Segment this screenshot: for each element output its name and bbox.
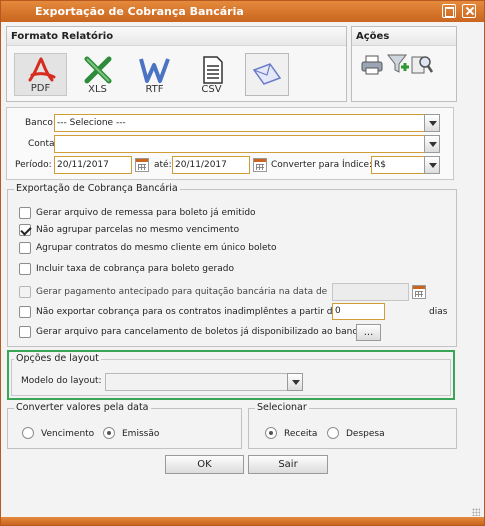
browse-button[interactable]: ... — [356, 324, 381, 341]
preview-search-icon[interactable] — [410, 53, 434, 75]
periodo-fim-input[interactable]: 20/11/2017 — [172, 156, 250, 174]
selecionar-legend: Selecionar — [255, 402, 309, 413]
nao-exportar-label: Não exportar cobrança para os contratos … — [36, 307, 339, 317]
remessa-checkbox[interactable] — [19, 207, 31, 219]
acoes-panel: Ações — [351, 26, 457, 102]
acoes-title: Ações — [352, 27, 456, 46]
periodo-inicio-input[interactable]: 20/11/2017 — [54, 156, 132, 174]
csv-label: CSV — [201, 84, 222, 95]
pagamento-data-input[interactable] — [332, 283, 409, 301]
pdf-button[interactable]: PDF — [14, 53, 67, 96]
incluir-taxa-label: Incluir taxa de cobrança para boleto ger… — [36, 264, 234, 274]
emissao-label: Emissão — [122, 429, 160, 439]
agrupar-contratos-checkbox[interactable] — [19, 242, 31, 254]
email-button[interactable] — [245, 53, 289, 96]
chevron-down-icon[interactable] — [424, 135, 440, 153]
xls-button[interactable]: XLS — [71, 53, 124, 96]
agrupar-contratos-label: Agrupar contratos do mesmo cliente em ún… — [36, 243, 277, 253]
printer-icon[interactable] — [360, 54, 384, 76]
modelo-select[interactable] — [105, 373, 303, 391]
indice-value: R$ — [374, 160, 386, 170]
vencimento-label: Vencimento — [41, 429, 95, 439]
banco-value: --- Selecione --- — [57, 118, 126, 128]
cancelamento-checkbox[interactable] — [19, 326, 31, 338]
receita-radio[interactable] — [265, 427, 277, 439]
calendar-icon[interactable] — [412, 285, 426, 299]
xls-icon — [84, 56, 111, 84]
csv-button[interactable]: CSV — [185, 53, 238, 96]
converter-legend: Converter valores pela data — [14, 402, 151, 413]
window-title: Exportação de Cobrança Bancária — [35, 5, 244, 18]
filter-add-icon[interactable] — [386, 53, 410, 75]
nao-agrupar-checkbox[interactable] — [19, 224, 31, 236]
dias-label: dias — [429, 307, 448, 317]
periodo-label: Período: — [15, 160, 52, 170]
nao-agrupar-label: Não agrupar parcelas no mesmo vencimento — [36, 225, 240, 235]
vencimento-radio[interactable] — [22, 427, 34, 439]
cancelamento-label: Gerar arquivo para cancelamento de bolet… — [36, 327, 363, 337]
window-bottom-bar — [1, 517, 484, 525]
modelo-label: Modelo do layout: — [21, 376, 102, 386]
chevron-down-icon[interactable] — [287, 373, 303, 391]
pdf-label: PDF — [30, 83, 51, 94]
remessa-label: Gerar arquivo de remessa para boleto já … — [36, 208, 256, 218]
formato-title: Formato Relatório — [7, 27, 346, 46]
rtf-label: RTF — [145, 84, 164, 95]
layout-fieldset: Opções de layout Modelo do layout: — [11, 353, 451, 396]
resize-grip-icon[interactable] — [472, 508, 480, 516]
filtros-box: Banco: --- Selecione --- Conta: Período:… — [6, 107, 454, 180]
indice-select[interactable]: R$ — [371, 156, 440, 174]
exportacao-fieldset: Exportação de Cobrança Bancária Gerar ar… — [7, 183, 457, 347]
banco-select[interactable]: --- Selecione --- — [54, 114, 440, 132]
chevron-down-icon[interactable] — [424, 156, 440, 174]
periodo-inicio-value: 20/11/2017 — [57, 160, 109, 170]
layout-highlight: Opções de layout Modelo do layout: — [7, 350, 455, 400]
nao-exportar-checkbox[interactable] — [19, 306, 31, 318]
export-window: Exportação de Cobrança Bancária Formato … — [0, 0, 485, 526]
conta-select[interactable] — [54, 135, 440, 153]
ok-button[interactable]: OK — [165, 455, 244, 474]
calendar-icon[interactable] — [253, 158, 267, 172]
converter-fieldset: Converter valores pela data Vencimento E… — [7, 402, 242, 449]
sair-button[interactable]: Sair — [248, 455, 328, 474]
dias-value: 0 — [335, 306, 341, 316]
csv-icon — [202, 56, 223, 84]
selecionar-fieldset: Selecionar Receita Despesa — [248, 402, 457, 449]
pagamento-antecipado-checkbox[interactable] — [19, 286, 31, 298]
periodo-fim-value: 20/11/2017 — [175, 160, 227, 170]
rtf-button[interactable]: RTF — [128, 53, 181, 96]
xls-label: XLS — [88, 84, 107, 95]
receita-label: Receita — [284, 429, 318, 439]
indice-label: Converter para Índice: — [271, 160, 373, 170]
maximize-icon[interactable] — [442, 4, 456, 18]
despesa-label: Despesa — [346, 429, 385, 439]
chevron-down-icon[interactable] — [424, 114, 440, 132]
calendar-icon[interactable] — [135, 158, 149, 172]
ate-label: até: — [154, 160, 172, 170]
layout-legend: Opções de layout — [14, 353, 101, 364]
banco-label: Banco: — [25, 118, 56, 128]
despesa-radio[interactable] — [327, 427, 339, 439]
incluir-taxa-checkbox[interactable] — [19, 263, 31, 275]
pdf-icon — [28, 57, 55, 82]
close-icon[interactable] — [462, 4, 476, 18]
emissao-radio[interactable] — [103, 427, 115, 439]
envelope-icon — [252, 63, 282, 85]
pagamento-antecipado-label: Gerar pagamento antecipado para quitação… — [36, 287, 328, 297]
rtf-icon — [138, 58, 170, 83]
formato-panel: Formato Relatório PDF XLS RTF CSV — [6, 26, 347, 102]
exportacao-legend: Exportação de Cobrança Bancária — [14, 183, 180, 194]
dias-input[interactable]: 0 — [332, 303, 385, 320]
title-bar[interactable]: Exportação de Cobrança Bancária — [1, 1, 484, 22]
